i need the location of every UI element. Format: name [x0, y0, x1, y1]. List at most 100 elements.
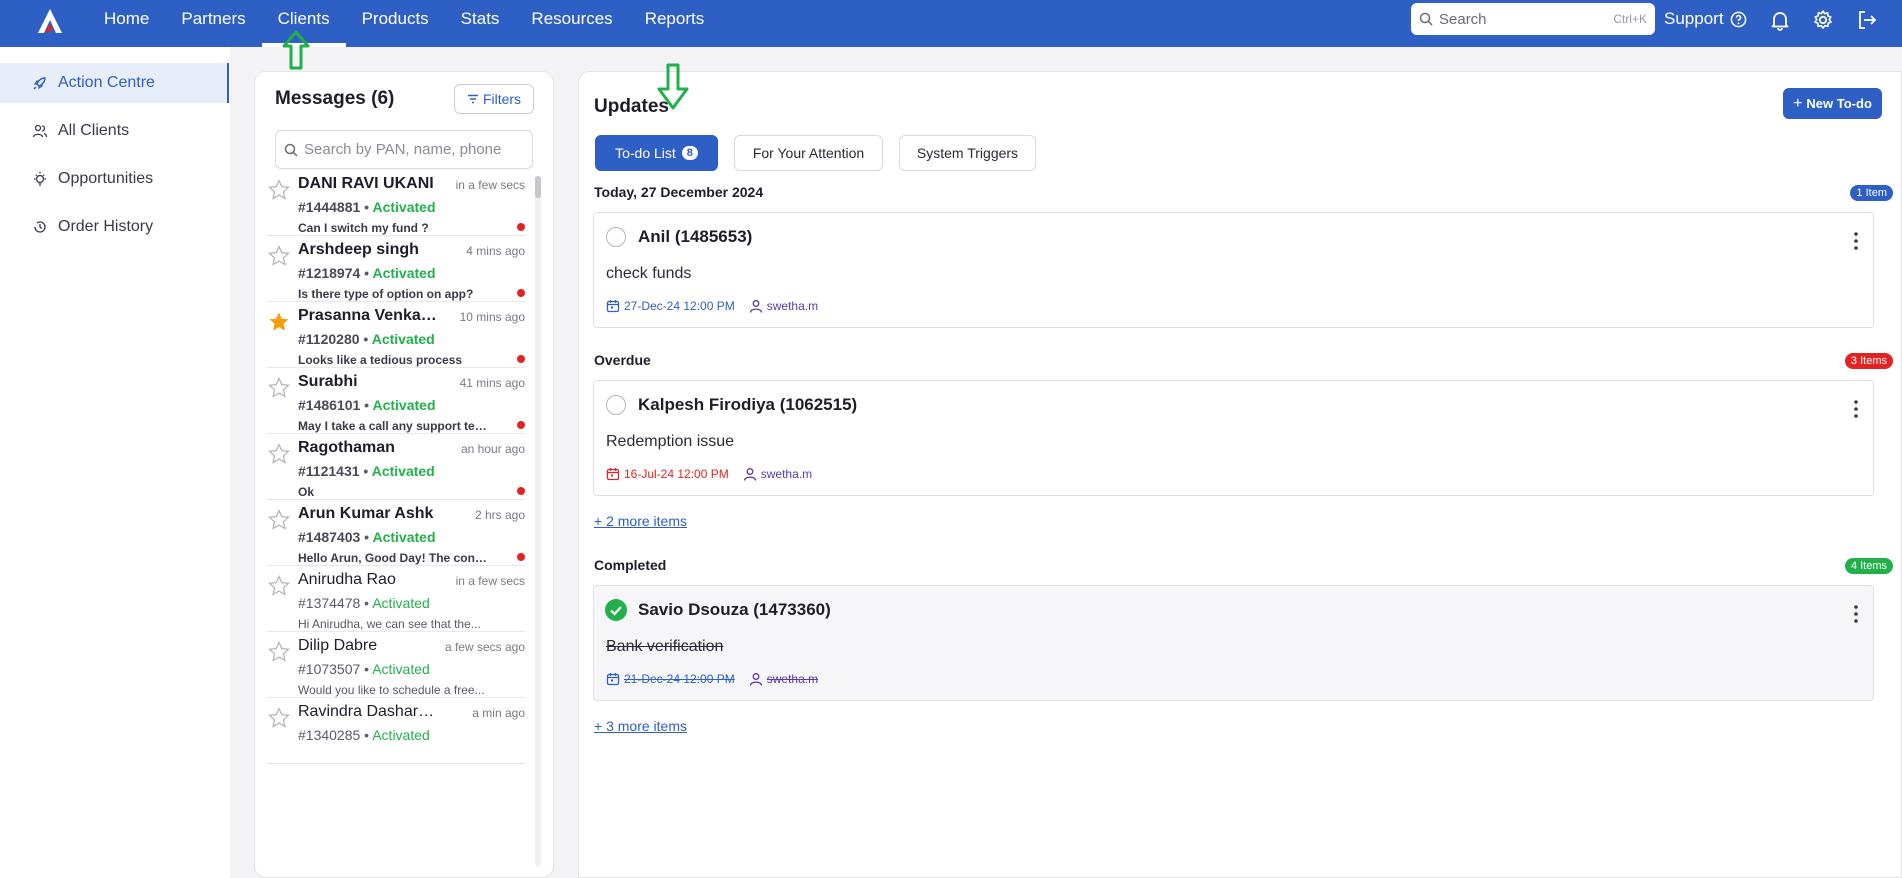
list-item[interactable]: Prasanna Venkatesh 10 mins ago #1120280 • …: [267, 302, 525, 368]
count-badge: 3 Items: [1844, 353, 1893, 369]
star-icon[interactable]: [267, 442, 291, 466]
todo-description: Bank verification: [606, 638, 724, 655]
tab-label: System Triggers: [916, 145, 1019, 161]
star-icon[interactable]: [267, 574, 291, 598]
messages-panel: Messages (6) Filters Search by PAN, name…: [254, 71, 554, 878]
sidebar-item-label: Order History: [58, 218, 154, 235]
more-items-link[interactable]: + 3 more items: [594, 718, 687, 734]
message-preview: Can I switch my fund ?: [298, 221, 429, 235]
client-name: Arun Kumar Ashk: [298, 505, 434, 522]
tab-for-your-attention[interactable]: For Your Attention: [734, 135, 883, 171]
nav-partners[interactable]: Partners: [165, 0, 261, 47]
todo-card[interactable]: Savio Dsouza (1473360) Bank verification 2…: [593, 585, 1874, 701]
section-heading: Today, 27 December 2024: [594, 184, 764, 200]
nav-reports[interactable]: Reports: [629, 0, 721, 47]
list-item[interactable]: Ravindra Dasharathi a min ago #1340285 • A…: [267, 698, 525, 764]
client-name: Ragothaman: [298, 439, 395, 456]
list-item[interactable]: Dilip Dabre a few secs ago #1073507 • Acti…: [267, 632, 525, 698]
message-preview: Would you like to schedule a free...: [298, 683, 485, 697]
separator-dot: •: [360, 265, 373, 281]
assignee: swetha.m: [749, 672, 818, 686]
support-link[interactable]: Support: [1664, 9, 1747, 29]
main-nav: Home Partners Clients Products Stats Res…: [88, 0, 720, 47]
separator-dot: •: [360, 529, 373, 545]
nav-stats[interactable]: Stats: [445, 0, 516, 47]
due-date-text: 27-Dec-24 12:00 PM: [624, 299, 735, 313]
status-badge: Activated: [372, 661, 430, 677]
filters-button[interactable]: Filters: [454, 84, 534, 114]
kebab-menu-icon[interactable]: [1853, 231, 1859, 251]
user-icon: [749, 673, 762, 686]
star-icon[interactable]: [267, 310, 291, 334]
nav-home[interactable]: Home: [88, 0, 165, 47]
complete-checkbox[interactable]: [606, 227, 626, 247]
list-item[interactable]: Arshdeep singh 4 mins ago #1218974 • Activ…: [267, 236, 525, 302]
unread-indicator: [517, 553, 525, 561]
status-badge: Activated: [372, 595, 430, 611]
sidebar-item-opportunities[interactable]: Opportunities: [0, 159, 229, 199]
assignee: swetha.m: [749, 299, 818, 313]
unread-indicator: [517, 355, 525, 363]
separator-dot: •: [360, 199, 373, 215]
updates-panel: Updates + New To-do To-do List 8 For You…: [578, 71, 1902, 878]
message-preview: May I take a call any support team?: [298, 419, 488, 433]
client-name: Anirudha Rao: [298, 571, 396, 588]
star-icon[interactable]: [267, 706, 291, 730]
new-todo-button[interactable]: + New To-do: [1783, 88, 1882, 119]
star-icon[interactable]: [267, 244, 291, 268]
new-todo-label: New To-do: [1806, 96, 1872, 111]
sidebar-item-order-history[interactable]: Order History: [0, 207, 229, 247]
tab-todo-list[interactable]: To-do List 8: [595, 135, 718, 171]
more-items-link[interactable]: + 2 more items: [594, 513, 687, 529]
unread-indicator: [517, 289, 525, 297]
todo-meta: 16-Jul-24 12:00 PM swetha.m: [606, 467, 812, 481]
message-search-input[interactable]: Search by PAN, name, phone: [275, 130, 533, 169]
search-icon: [1419, 12, 1433, 26]
scrollbar-thumb[interactable]: [535, 176, 541, 198]
message-search-placeholder: Search by PAN, name, phone: [304, 141, 502, 158]
sidebar-item-all-clients[interactable]: All Clients: [0, 111, 229, 151]
todo-title: Anil (1485653): [638, 227, 753, 246]
list-item[interactable]: DANI RAVI UKANI in a few secs #1444881 • A…: [267, 176, 525, 236]
nav-products[interactable]: Products: [346, 0, 445, 47]
app-logo-icon[interactable]: [36, 7, 64, 35]
todo-card[interactable]: Kalpesh Firodiya (1062515) Redemption iss…: [593, 380, 1874, 496]
todo-card[interactable]: Anil (1485653) check funds 27-Dec-24 12:00…: [593, 212, 1874, 328]
kebab-menu-icon[interactable]: [1853, 604, 1859, 624]
calendar-icon: [606, 673, 620, 686]
messages-title: Messages (6): [275, 88, 395, 109]
message-time: 10 mins ago: [459, 310, 525, 324]
nav-resources[interactable]: Resources: [515, 0, 628, 47]
sidebar-item-action-centre[interactable]: Action Centre: [0, 63, 229, 103]
section-heading: Overdue: [594, 352, 651, 368]
list-item[interactable]: Surabhi 41 mins ago #1486101 • Activated Ma…: [267, 368, 525, 434]
annotation-arrow-down: [657, 63, 689, 110]
assignee-name: swetha.m: [766, 672, 819, 686]
todo-meta: 27-Dec-24 12:00 PM swetha.m: [606, 299, 818, 313]
message-time: in a few secs: [455, 574, 525, 588]
logout-icon[interactable]: [1856, 9, 1878, 31]
star-icon[interactable]: [267, 640, 291, 664]
list-item[interactable]: Ragothaman an hour ago #1121431 • Activate…: [267, 434, 525, 500]
kebab-menu-icon[interactable]: [1853, 399, 1859, 419]
due-date: 27-Dec-24 12:00 PM: [606, 299, 735, 313]
users-icon: [32, 124, 48, 138]
complete-checkbox[interactable]: [606, 395, 626, 415]
sidebar-item-label: Action Centre: [58, 74, 155, 91]
separator-dot: •: [359, 331, 372, 347]
message-preview: Hi Anirudha, we can see that the...: [298, 617, 481, 631]
separator-dot: •: [360, 397, 373, 413]
star-icon[interactable]: [267, 178, 291, 202]
star-icon[interactable]: [267, 376, 291, 400]
count-badge: 4 Items: [1844, 558, 1893, 574]
tab-system-triggers[interactable]: System Triggers: [899, 135, 1036, 171]
check-circle-icon[interactable]: [605, 599, 627, 621]
list-item[interactable]: Arun Kumar Ashk 2 hrs ago #1487403 • Activ…: [267, 500, 525, 566]
message-list-scrollbar[interactable]: [535, 176, 541, 866]
star-icon[interactable]: [267, 508, 291, 532]
gear-icon[interactable]: [1812, 9, 1834, 31]
message-preview: Ok: [298, 485, 315, 499]
list-item[interactable]: Anirudha Rao in a few secs #1374478 • Acti…: [267, 566, 525, 632]
global-search-input[interactable]: Search Ctrl+K: [1411, 3, 1655, 35]
bell-icon[interactable]: [1769, 9, 1791, 31]
